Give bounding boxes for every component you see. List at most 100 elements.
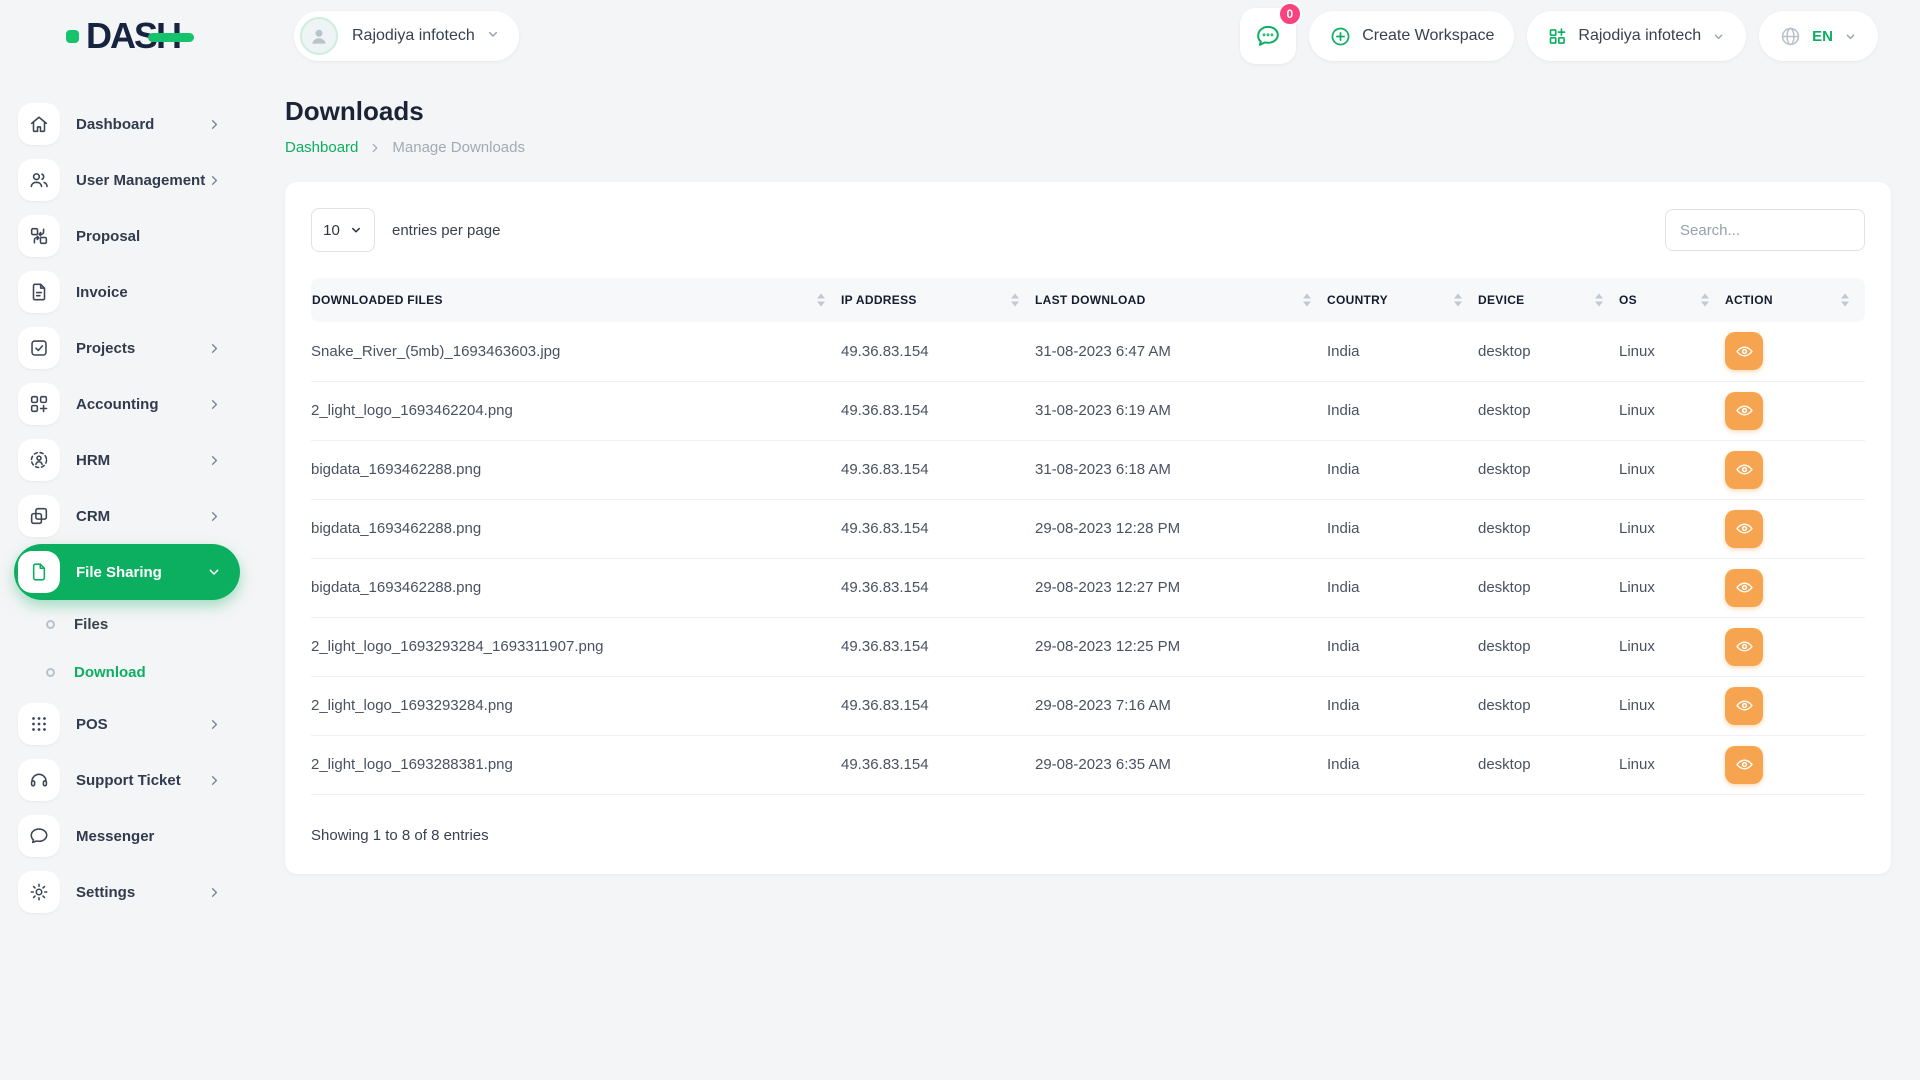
- column-header-label: DOWNLOADED FILES: [312, 293, 443, 307]
- sidebar-item-messenger[interactable]: Messenger: [14, 808, 240, 864]
- sidebar-item-label: Proposal: [76, 228, 140, 245]
- cell-country: India: [1327, 735, 1478, 794]
- table-row: 2_light_logo_1693288381.png49.36.83.1542…: [311, 735, 1865, 794]
- sidebar-item-label: Accounting: [76, 396, 159, 413]
- sidebar-subitem-files[interactable]: Files: [14, 600, 245, 648]
- settings-icon: [18, 871, 60, 913]
- entries-per-page-value: 10: [323, 222, 340, 239]
- breadcrumb: Dashboard Manage Downloads: [285, 139, 1920, 156]
- sidebar-item-projects[interactable]: Projects: [14, 320, 240, 376]
- cell-action: [1725, 735, 1865, 794]
- sidebar-subitem-download[interactable]: Download: [14, 648, 245, 696]
- view-download-button[interactable]: [1725, 746, 1763, 784]
- cell-ip: 49.36.83.154: [841, 676, 1035, 735]
- sidebar-item-invoice[interactable]: Invoice: [14, 264, 240, 320]
- view-download-button[interactable]: [1725, 392, 1763, 430]
- column-header-downloaded-files[interactable]: DOWNLOADED FILES: [311, 278, 841, 322]
- cell-device: desktop: [1478, 735, 1619, 794]
- cell-os: Linux: [1619, 558, 1725, 617]
- sidebar-item-support-ticket[interactable]: Support Ticket: [14, 752, 240, 808]
- column-header-label: DEVICE: [1478, 293, 1524, 307]
- cell-file: bigdata_1693462288.png: [311, 440, 841, 499]
- cell-device: desktop: [1478, 322, 1619, 381]
- cell-last: 29-08-2023 7:16 AM: [1035, 676, 1327, 735]
- view-download-button[interactable]: [1725, 510, 1763, 548]
- chevron-right-icon: [207, 397, 222, 412]
- column-header-label: IP ADDRESS: [841, 293, 917, 307]
- sidebar-item-label: Invoice: [76, 284, 128, 301]
- sidebar-item-settings[interactable]: Settings: [14, 864, 240, 920]
- view-download-button[interactable]: [1725, 687, 1763, 725]
- chevron-down-icon: [349, 223, 363, 237]
- cell-os: Linux: [1619, 617, 1725, 676]
- sidebar-item-pos[interactable]: POS: [14, 696, 240, 752]
- pos-icon: [18, 703, 60, 745]
- language-label: EN: [1812, 28, 1833, 45]
- sidebar-item-crm[interactable]: CRM: [14, 488, 240, 544]
- column-header-os[interactable]: OS: [1619, 278, 1725, 322]
- cell-file: 2_light_logo_1693462204.png: [311, 381, 841, 440]
- cell-action: [1725, 499, 1865, 558]
- cell-last: 29-08-2023 12:25 PM: [1035, 617, 1327, 676]
- entries-per-page-select[interactable]: 10: [311, 208, 375, 252]
- avatar: [300, 17, 338, 55]
- invoice-icon: [18, 271, 60, 313]
- sidebar-item-hrm[interactable]: HRM: [14, 432, 240, 488]
- table-footer-status: Showing 1 to 8 of 8 entries: [311, 827, 1865, 844]
- sidebar-item-dashboard[interactable]: Dashboard: [14, 96, 240, 152]
- chevron-down-icon: [1711, 29, 1726, 44]
- sidebar-item-accounting[interactable]: Accounting: [14, 376, 240, 432]
- brand-logo[interactable]: DASH: [66, 18, 180, 54]
- cell-action: [1725, 440, 1865, 499]
- sort-icon: [1841, 294, 1849, 307]
- chevron-down-icon: [206, 564, 222, 580]
- cell-device: desktop: [1478, 558, 1619, 617]
- chevron-right-icon: [207, 717, 222, 732]
- workspace-grid-icon: [1547, 26, 1568, 47]
- bullet-icon: [46, 620, 55, 629]
- crm-icon: [18, 495, 60, 537]
- projects-icon: [18, 327, 60, 369]
- cell-last: 29-08-2023 12:27 PM: [1035, 558, 1327, 617]
- workspace-selector[interactable]: Rajodiya infotech: [294, 11, 519, 61]
- cell-ip: 49.36.83.154: [841, 440, 1035, 499]
- plus-circle-icon: [1329, 25, 1352, 48]
- column-header-country[interactable]: COUNTRY: [1327, 278, 1478, 322]
- sort-icon: [1595, 294, 1603, 307]
- cell-action: [1725, 676, 1865, 735]
- cell-file: 2_light_logo_1693288381.png: [311, 735, 841, 794]
- topbar: DASH Rajodiya infotech 0 Create Workspac…: [0, 0, 1920, 72]
- cell-file: bigdata_1693462288.png: [311, 499, 841, 558]
- sidebar-item-file-sharing[interactable]: File Sharing: [14, 544, 240, 600]
- search-input[interactable]: [1665, 209, 1865, 251]
- logo-dash-icon: [66, 30, 79, 43]
- home-icon: [18, 103, 60, 145]
- sidebar-item-label: CRM: [76, 508, 110, 525]
- cell-country: India: [1327, 322, 1478, 381]
- language-selector[interactable]: EN: [1759, 11, 1878, 61]
- column-header-last-download[interactable]: LAST DOWNLOAD: [1035, 278, 1327, 322]
- accounting-icon: [18, 383, 60, 425]
- cell-ip: 49.36.83.154: [841, 499, 1035, 558]
- column-header-label: COUNTRY: [1327, 293, 1388, 307]
- sidebar-item-user-management[interactable]: User Management: [14, 152, 240, 208]
- column-header-device[interactable]: DEVICE: [1478, 278, 1619, 322]
- column-header-action[interactable]: ACTION: [1725, 278, 1865, 322]
- view-download-button[interactable]: [1725, 332, 1763, 370]
- breadcrumb-dashboard-link[interactable]: Dashboard: [285, 139, 358, 156]
- cell-device: desktop: [1478, 617, 1619, 676]
- sidebar-item-proposal[interactable]: Proposal: [14, 208, 240, 264]
- table-row: bigdata_1693462288.png49.36.83.15429-08-…: [311, 499, 1865, 558]
- page-title: Downloads: [285, 96, 1920, 127]
- create-workspace-button[interactable]: Create Workspace: [1309, 11, 1514, 61]
- chevron-down-icon: [1843, 29, 1858, 44]
- column-header-ip-address[interactable]: IP ADDRESS: [841, 278, 1035, 322]
- messages-button[interactable]: 0: [1240, 8, 1296, 64]
- cell-file: 2_light_logo_1693293284_1693311907.png: [311, 617, 841, 676]
- view-download-button[interactable]: [1725, 628, 1763, 666]
- view-download-button[interactable]: [1725, 569, 1763, 607]
- table-row: 2_light_logo_1693462204.png49.36.83.1543…: [311, 381, 1865, 440]
- company-selector[interactable]: Rajodiya infotech: [1527, 11, 1746, 61]
- proposal-icon: [18, 215, 60, 257]
- view-download-button[interactable]: [1725, 451, 1763, 489]
